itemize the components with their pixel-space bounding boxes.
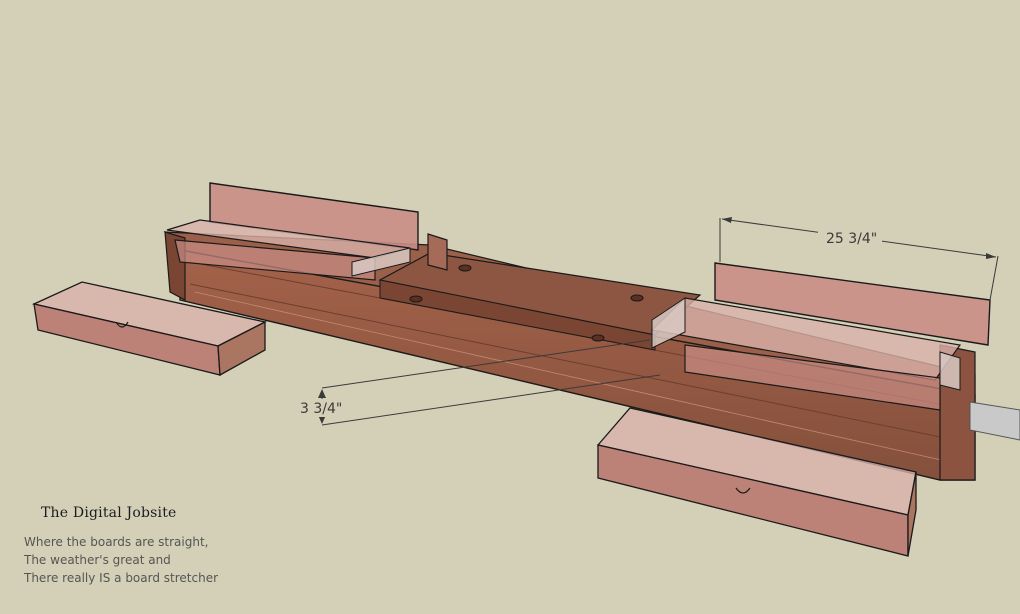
brand-title: The Digital Jobsite (41, 505, 177, 521)
steel-bar (969, 401, 1020, 441)
tagline-line-1: Where the boards are straight, (24, 535, 209, 549)
tagline-line-3: There really IS a board stretcher (24, 571, 219, 585)
branding-caption: The Digital Jobsite Where the boards are… (24, 505, 344, 587)
tagline-line-2: The weather's great and (24, 553, 171, 567)
height-dimension-label: 3 3/4" (300, 401, 342, 417)
length-dimension-label: 25 3/4" (826, 231, 877, 247)
